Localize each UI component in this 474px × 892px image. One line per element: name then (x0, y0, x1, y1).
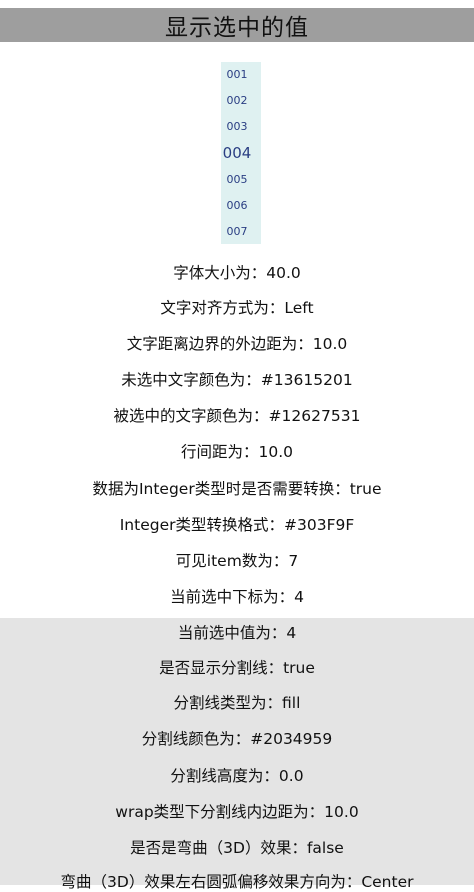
text-margin-info: 文字距离边界的外边距为：10.0 (126, 335, 348, 353)
wheel-picker[interactable]: 001 002 003 004 005 006 007 (221, 62, 261, 244)
unselected-color-info: 未选中文字颜色为：#13615201 (121, 371, 353, 389)
curved-direction-info: 弯曲（3D）效果左右圆弧偏移效果方向为：Center (60, 873, 414, 891)
selected-index-info: 当前选中下标为：4 (170, 588, 304, 606)
curved-effect-info: 是否是弯曲（3D）效果：false (130, 839, 344, 857)
wheel-item[interactable]: 003 (217, 120, 257, 133)
wheel-item[interactable]: 006 (217, 199, 257, 212)
wheel-item[interactable]: 005 (217, 173, 257, 186)
wheel-item[interactable]: 007 (217, 225, 257, 238)
selected-color-info: 被选中的文字颜色为：#12627531 (113, 407, 361, 425)
show-divider-info: 是否显示分割线：true (159, 659, 315, 677)
text-align-info: 文字对齐方式为：Left (160, 299, 314, 317)
wheel-item[interactable]: 002 (217, 94, 257, 107)
visible-items-info: 可见item数为：7 (175, 552, 299, 570)
wheel-item[interactable]: 001 (217, 68, 257, 81)
divider-color-info: 分割线颜色为：#2034959 (141, 730, 333, 748)
line-spacing-info: 行间距为：10.0 (180, 443, 293, 461)
wheel-item-selected[interactable]: 004 (217, 144, 257, 162)
integer-convert-info: 数据为Integer类型时是否需要转换：true (92, 480, 382, 498)
font-size-info: 字体大小为：40.0 (173, 264, 301, 282)
divider-height-info: 分割线高度为：0.0 (170, 767, 304, 785)
selected-value-info: 当前选中值为：4 (177, 624, 297, 642)
divider-padding-info: wrap类型下分割线内边距为：10.0 (115, 803, 359, 821)
divider-type-info: 分割线类型为：fill (173, 694, 301, 712)
title-bar: 显示选中的值 (0, 8, 474, 42)
integer-format-info: Integer类型转换格式：#303F9F (119, 516, 355, 534)
page-title: 显示选中的值 (165, 15, 309, 41)
